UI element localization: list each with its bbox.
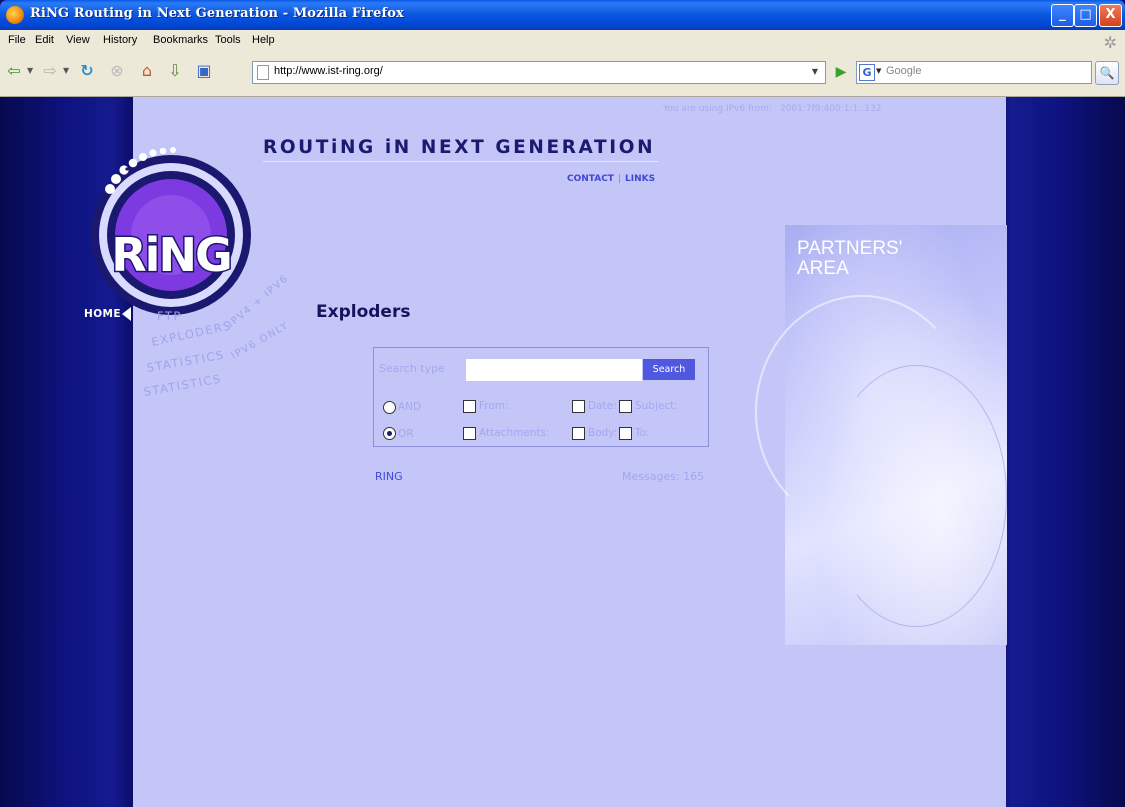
- web-search-field[interactable]: G ▼ Google: [856, 61, 1092, 84]
- body-label: Body:: [588, 427, 618, 439]
- search-placeholder[interactable]: Google: [886, 65, 921, 77]
- engine-dropdown-icon[interactable]: ▼: [876, 67, 881, 75]
- and-label: AND: [398, 401, 422, 413]
- forward-icon[interactable]: ⇨: [40, 60, 60, 82]
- decorative-arc: [825, 365, 1007, 627]
- from-checkbox[interactable]: [463, 400, 476, 413]
- web-page: PARTNERS' AREA You are using IPv6 from: 2…: [0, 97, 1125, 807]
- maximize-button[interactable]: □: [1074, 4, 1097, 27]
- close-button[interactable]: X: [1099, 4, 1122, 27]
- navigation-toolbar: ⇦ ▼ ⇨ ▼ ↻ ⊗ ⌂ ⇩ ▣ http://www.ist-ring.or…: [0, 52, 1125, 97]
- search-input[interactable]: [466, 359, 642, 381]
- menu-tools[interactable]: Tools: [215, 34, 241, 46]
- and-radio[interactable]: [383, 401, 396, 414]
- throbber-icon: ✲: [1103, 33, 1117, 52]
- stop-icon[interactable]: ⊗: [107, 60, 127, 82]
- page-icon: [257, 65, 269, 80]
- menu-view[interactable]: View: [66, 34, 90, 46]
- downloads-icon[interactable]: ⇩: [165, 60, 185, 82]
- ring-list-link[interactable]: RING: [375, 470, 403, 483]
- to-checkbox[interactable]: [619, 427, 632, 440]
- or-label: OR: [398, 428, 414, 440]
- or-radio[interactable]: [383, 427, 396, 440]
- links-link[interactable]: LINKS: [625, 174, 655, 184]
- top-links: CONTACT | LINKS: [567, 174, 655, 184]
- subject-checkbox[interactable]: [619, 400, 632, 413]
- url-text[interactable]: http://www.ist-ring.org/: [274, 65, 383, 77]
- attachments-checkbox[interactable]: [463, 427, 476, 440]
- search-go-icon[interactable]: 🔍: [1095, 61, 1119, 85]
- logo-text: RiNG: [111, 228, 230, 282]
- minimize-button[interactable]: _: [1051, 4, 1074, 27]
- date-label: Date:: [588, 400, 617, 412]
- partners-area-label[interactable]: PARTNERS' AREA: [797, 239, 937, 279]
- to-label: To:: [635, 427, 650, 439]
- from-label: From:: [479, 400, 509, 412]
- back-icon[interactable]: ⇦: [4, 60, 24, 82]
- google-engine-icon[interactable]: G: [859, 64, 875, 81]
- forward-dropdown-icon[interactable]: ▼: [63, 66, 69, 75]
- subject-label: Subject:: [635, 400, 678, 412]
- search-type-label: Search type: [379, 362, 445, 375]
- firefox-icon: [6, 6, 24, 24]
- search-button[interactable]: Search: [643, 359, 695, 380]
- nav-home[interactable]: HOME: [84, 308, 121, 320]
- date-checkbox[interactable]: [572, 400, 585, 413]
- menu-bookmarks[interactable]: Bookmarks: [153, 34, 208, 46]
- link-separator: |: [617, 174, 621, 184]
- window-title-bar[interactable]: RiNG Routing in Next Generation - Mozill…: [0, 0, 1125, 30]
- page-title: Exploders: [316, 302, 411, 322]
- bookmark-icon[interactable]: ▣: [194, 60, 214, 82]
- ipv6-address: 2001:7f9:400:1:1::132: [779, 104, 882, 114]
- ipv6-notice: You are using IPv6 from: 2001:7f9:400:1:1…: [663, 104, 881, 114]
- url-bar[interactable]: http://www.ist-ring.org/ ▼: [252, 61, 826, 84]
- reload-icon[interactable]: ↻: [77, 60, 97, 82]
- nav-ftp[interactable]: FTP: [157, 309, 182, 323]
- menu-bar: File Edit View History Bookmarks Tools H…: [0, 30, 1125, 53]
- attachments-label: Attachments:: [479, 427, 550, 439]
- go-icon[interactable]: ▶: [831, 62, 851, 82]
- back-dropdown-icon[interactable]: ▼: [27, 66, 33, 75]
- url-history-dropdown-icon[interactable]: ▼: [807, 63, 823, 80]
- headline-rule: [263, 161, 658, 162]
- search-form: Search type Search AND From: Date: Subje…: [373, 347, 709, 447]
- window-title: RiNG Routing in Next Generation - Mozill…: [30, 6, 404, 21]
- menu-history[interactable]: History: [103, 34, 137, 46]
- site-headline: ROUTiNG iN NEXT GENERATION: [263, 137, 656, 158]
- nav-active-arrow-icon: [122, 307, 131, 321]
- partners-area-banner[interactable]: PARTNERS' AREA: [755, 225, 1007, 645]
- body-checkbox[interactable]: [572, 427, 585, 440]
- menu-help[interactable]: Help: [252, 34, 275, 46]
- ipv6-notice-label: You are using IPv6 from:: [663, 104, 772, 114]
- contact-link[interactable]: CONTACT: [567, 174, 614, 184]
- home-icon[interactable]: ⌂: [137, 60, 157, 82]
- menu-file[interactable]: File: [8, 34, 26, 46]
- ring-logo[interactable]: RiNG: [85, 145, 257, 317]
- menu-edit[interactable]: Edit: [35, 34, 54, 46]
- messages-count: Messages: 165: [622, 470, 705, 483]
